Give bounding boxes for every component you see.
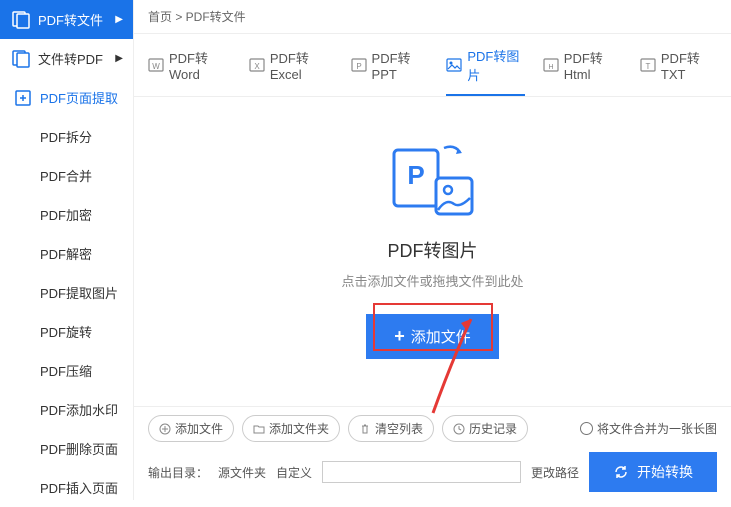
drop-zone[interactable]: P PDF转图片 点击添加文件或拖拽文件到此处 + 添加文件 [134, 97, 731, 406]
sidebar-item-label: PDF删除页面 [40, 439, 118, 458]
convert-label: 开始转换 [637, 462, 693, 482]
sidebar-item-label: PDF加密 [40, 205, 92, 224]
tab-label: PDF转Excel [270, 48, 333, 82]
footer-btn-label: 历史记录 [469, 420, 517, 437]
trash-icon [359, 423, 371, 435]
sidebar-item-pdf-to-file[interactable]: PDF转文件 ▶ [0, 0, 133, 39]
footer-btn-label: 添加文件 [175, 420, 223, 437]
sidebar-item-label: PDF压缩 [40, 361, 92, 380]
chevron-right-icon: ▶ [115, 53, 123, 64]
sidebar-item-file-to-pdf[interactable]: 文件转PDF ▶ [0, 39, 133, 78]
drop-subtitle: 点击添加文件或拖拽文件到此处 [341, 271, 523, 290]
custom-folder-option[interactable]: 自定义 [276, 464, 312, 481]
clock-icon [453, 423, 465, 435]
sidebar-item-label: PDF添加水印 [40, 400, 118, 419]
plus-circle-icon [159, 423, 171, 435]
tab-label: PDF转PPT [372, 48, 429, 82]
svg-text:P: P [356, 62, 361, 71]
svg-text:P: P [407, 160, 424, 190]
add-file-button[interactable]: + 添加文件 [366, 314, 499, 359]
footer-add-file-button[interactable]: 添加文件 [148, 415, 234, 442]
sidebar-item-delete-page[interactable]: PDF删除页面 [0, 429, 133, 468]
footer: 添加文件 添加文件夹 清空列表 历史记录 将文件合并为一张长图 输出目录： 源文… [134, 406, 731, 500]
sidebar-item-page-extract[interactable]: PDF页面提取 [0, 78, 133, 117]
svg-text:H: H [548, 64, 553, 71]
tab-pdf-ppt[interactable]: P PDF转PPT [351, 46, 429, 96]
change-path-link[interactable]: 更改路径 [531, 464, 579, 481]
sidebar-item-merge[interactable]: PDF合并 [0, 156, 133, 195]
output-path-input[interactable] [322, 461, 521, 483]
sidebar-item-encrypt[interactable]: PDF加密 [0, 195, 133, 234]
tab-label: PDF转图片 [467, 46, 524, 84]
output-label: 输出目录： [148, 464, 208, 481]
extract-icon [14, 89, 32, 107]
footer-btn-label: 清空列表 [375, 420, 423, 437]
footer-btn-label: 添加文件夹 [269, 420, 329, 437]
image-icon [446, 57, 462, 73]
sidebar-item-label: PDF旋转 [40, 322, 92, 341]
sidebar-item-compress[interactable]: PDF压缩 [0, 351, 133, 390]
tab-pdf-image[interactable]: PDF转图片 [446, 46, 524, 96]
merge-option[interactable]: 将文件合并为一张长图 [580, 420, 717, 437]
sidebar-item-label: PDF页面提取 [40, 88, 118, 107]
add-file-label: 添加文件 [411, 326, 471, 347]
sidebar: PDF转文件 ▶ 文件转PDF ▶ PDF页面提取 PDF拆分 PDF合并 PD… [0, 0, 134, 500]
tab-label: PDF转Word [169, 48, 231, 82]
sidebar-item-watermark[interactable]: PDF添加水印 [0, 390, 133, 429]
sidebar-item-split[interactable]: PDF拆分 [0, 117, 133, 156]
plus-icon: + [394, 326, 405, 347]
sidebar-item-label: PDF合并 [40, 166, 92, 185]
sidebar-item-label: PDF解密 [40, 244, 92, 263]
sidebar-item-insert-page[interactable]: PDF插入页面 [0, 468, 133, 507]
pdf-file-icon [12, 11, 30, 29]
footer-history-button[interactable]: 历史记录 [442, 415, 528, 442]
sidebar-item-label: 文件转PDF [38, 49, 103, 68]
svg-text:X: X [254, 62, 260, 71]
ppt-icon: P [351, 57, 367, 73]
tab-pdf-txt[interactable]: T PDF转TXT [640, 46, 717, 96]
merge-label: 将文件合并为一张长图 [597, 420, 717, 437]
word-icon: W [148, 57, 164, 73]
sidebar-item-label: PDF插入页面 [40, 478, 118, 497]
footer-add-folder-button[interactable]: 添加文件夹 [242, 415, 340, 442]
html-icon: H [543, 57, 559, 73]
refresh-icon [613, 464, 629, 480]
breadcrumb: 首页 > PDF转文件 [134, 0, 731, 34]
sidebar-item-extract-img[interactable]: PDF提取图片 [0, 273, 133, 312]
sidebar-item-label: PDF拆分 [40, 127, 92, 146]
pdf-to-image-icon: P [388, 144, 478, 223]
sidebar-item-rotate[interactable]: PDF旋转 [0, 312, 133, 351]
sidebar-item-decrypt[interactable]: PDF解密 [0, 234, 133, 273]
sidebar-item-label: PDF转文件 [38, 10, 103, 29]
merge-radio[interactable] [580, 422, 593, 435]
svg-text:W: W [152, 62, 160, 71]
footer-clear-button[interactable]: 清空列表 [348, 415, 434, 442]
file-pdf-icon [12, 50, 30, 68]
tab-label: PDF转TXT [661, 48, 717, 82]
txt-icon: T [640, 57, 656, 73]
excel-icon: X [249, 57, 265, 73]
tabs: W PDF转Word X PDF转Excel P PDF转PPT PDF转图片 H PD… [134, 34, 731, 97]
tab-label: PDF转Html [564, 48, 622, 82]
start-convert-button[interactable]: 开始转换 [589, 452, 717, 492]
folder-icon [253, 423, 265, 435]
svg-text:T: T [645, 62, 650, 71]
tab-pdf-excel[interactable]: X PDF转Excel [249, 46, 333, 96]
tab-pdf-html[interactable]: H PDF转Html [543, 46, 622, 96]
source-folder-option[interactable]: 源文件夹 [218, 464, 266, 481]
chevron-right-icon: ▶ [115, 14, 123, 25]
sidebar-item-label: PDF提取图片 [40, 283, 118, 302]
main-panel: 首页 > PDF转文件 W PDF转Word X PDF转Excel P PDF转PP… [134, 0, 731, 500]
drop-title: PDF转图片 [388, 237, 478, 263]
tab-pdf-word[interactable]: W PDF转Word [148, 46, 231, 96]
